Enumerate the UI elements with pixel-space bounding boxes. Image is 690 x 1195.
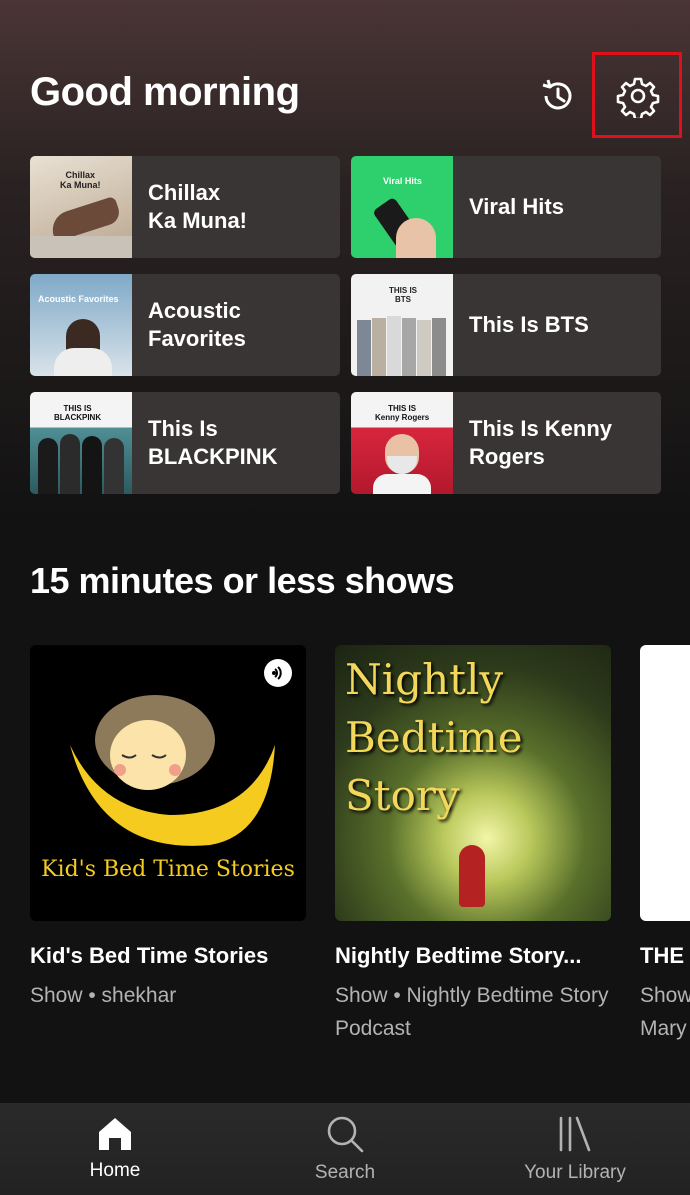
nav-label-home: Home: [89, 1160, 141, 1181]
tile-viral-hits[interactable]: Viral Hits Viral Hits: [351, 156, 661, 258]
card-art-partial: [640, 645, 690, 921]
tile-art-bts: THIS IS BTS: [351, 274, 453, 376]
tile-acoustic-favorites[interactable]: Acoustic Favorites Acoustic Favorites: [30, 274, 340, 376]
card-art-nightly: Nightly Bedtime Story: [335, 645, 611, 921]
page-title: Good morning: [30, 70, 300, 114]
card-subtitle: Show • shekhar: [30, 984, 177, 1007]
card-title: Kid's Bed Time Stories: [30, 943, 269, 968]
tile-label: This Is Kenny Rogers: [469, 416, 613, 469]
card-partial[interactable]: THE Show Mary: [640, 645, 690, 1045]
tile-chillax[interactable]: Chillax Ka Muna! Chillax Ka Muna!: [30, 156, 340, 258]
nav-search[interactable]: Search: [230, 1103, 460, 1195]
tile-this-is-blackpink[interactable]: THIS IS BLACKPINK This Is BLACKPINK: [30, 392, 340, 494]
search-icon: [327, 1116, 364, 1153]
recently-played-button[interactable]: [534, 72, 582, 120]
home-icon: [99, 1118, 131, 1150]
library-icon: [559, 1116, 591, 1152]
tile-art-blackpink: THIS IS BLACKPINK: [30, 392, 132, 494]
card-title: Nightly Bedtime Story...: [335, 943, 582, 968]
tile-label: This Is BTS: [469, 312, 589, 337]
tile-art-chillax: Chillax Ka Muna!: [30, 156, 132, 258]
moon-illustration: [70, 695, 275, 846]
tile-this-is-kenny-rogers[interactable]: THIS IS Kenny Rogers This Is Kenny Roger…: [351, 392, 661, 494]
tile-art-acoustic: Acoustic Favorites: [30, 274, 132, 376]
nav-home[interactable]: Home: [0, 1103, 230, 1195]
podcast-icon: [264, 659, 292, 687]
settings-button[interactable]: [614, 72, 662, 120]
card-subtitle: Show • Nightly Bedtime Story Podcast: [335, 984, 609, 1040]
tile-art-viral-hits: Viral Hits: [351, 156, 453, 258]
tile-art-kenny-rogers: THIS IS Kenny Rogers: [351, 392, 453, 494]
tile-label: This Is BLACKPINK: [148, 416, 278, 469]
card-art-kids: Kid's Bed Time Stories: [30, 645, 306, 921]
tile-label: Acoustic Favorites: [148, 298, 246, 351]
history-icon: [542, 79, 572, 110]
card-subtitle: Show Mary: [640, 984, 690, 1040]
nav-label-library: Your Library: [524, 1162, 626, 1183]
tile-label: Viral Hits: [469, 194, 564, 219]
card-nightly-bedtime-story[interactable]: Nightly Bedtime Story Nightly Bedtime St…: [335, 645, 611, 1045]
card-title: THE: [640, 943, 684, 968]
tile-this-is-bts[interactable]: THIS IS BTS This Is BTS: [351, 274, 661, 376]
section-title: 15 minutes or less shows: [30, 560, 455, 601]
bottom-nav: Home Search Your Library: [0, 1103, 690, 1195]
tile-label: Chillax Ka Muna!: [148, 180, 247, 233]
card-kids-bed-time-stories[interactable]: Kid's Bed Time Stories Kid's Bed Time St…: [30, 645, 306, 1012]
gear-icon: [616, 77, 660, 118]
nav-your-library[interactable]: Your Library: [460, 1103, 690, 1195]
nav-label-search: Search: [314, 1162, 376, 1183]
